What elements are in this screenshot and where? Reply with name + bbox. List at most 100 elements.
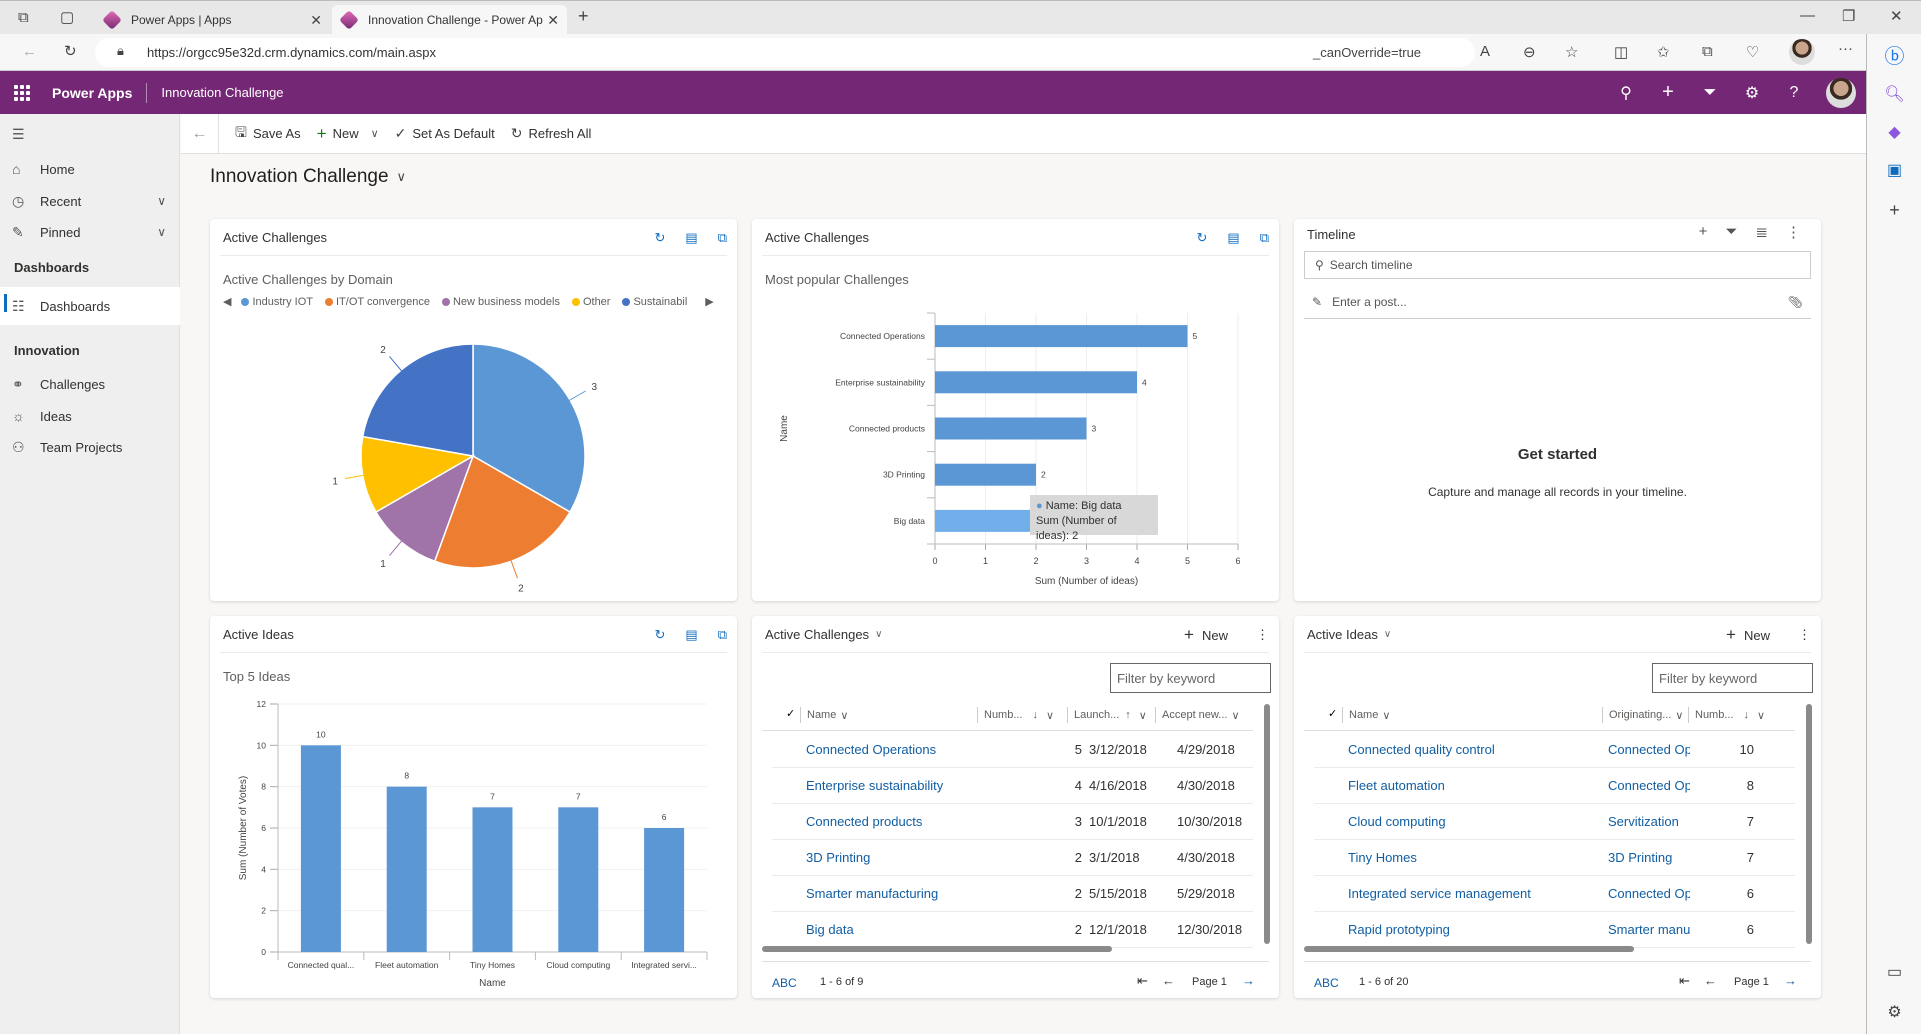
filter-by-keyword-input[interactable]: Filter by keyword — [1110, 663, 1271, 693]
filter-icon[interactable]: ⏷ — [1725, 223, 1737, 241]
hamburger-menu[interactable]: ☰ — [0, 118, 180, 150]
new-record-button[interactable]: + New — [1184, 625, 1228, 645]
more-icon[interactable]: ⋮ — [1256, 627, 1269, 643]
refresh-icon[interactable]: ↻ — [655, 230, 666, 246]
collections-icon[interactable]: ⧉ — [1702, 43, 1713, 60]
cell-name[interactable]: Tiny Homes — [1348, 850, 1417, 865]
filter-icon[interactable]: ⏷ — [1700, 84, 1720, 102]
add-sidebar-app-icon[interactable]: + — [1867, 200, 1921, 221]
nav-item-pinned[interactable]: ✎ Pinned ∨ — [0, 216, 180, 248]
chevron-down-icon[interactable]: ∨ — [157, 225, 166, 239]
select-all-checkbox[interactable]: ✓ — [1328, 707, 1337, 720]
bar[interactable] — [935, 325, 1188, 348]
chevron-down-icon[interactable]: ∨ — [371, 127, 379, 140]
help-icon[interactable]: ? — [1784, 84, 1804, 102]
legend-item[interactable]: IT/OT convergence — [325, 296, 430, 308]
nav-item-dashboards[interactable]: ☷ Dashboards — [0, 287, 180, 325]
cell-name[interactable]: Fleet automation — [1348, 778, 1445, 793]
zoom-out-icon[interactable]: ⊖ — [1523, 43, 1536, 61]
bing-chat-icon[interactable]: ⓑ — [1867, 40, 1921, 69]
view-selector[interactable]: Active Ideas — [1307, 627, 1378, 642]
sort-icon[interactable]: ≣ — [1755, 223, 1768, 241]
favorites-icon[interactable]: ✩ — [1657, 43, 1670, 61]
horizontal-scrollbar[interactable] — [762, 946, 1112, 952]
chevron-down-icon[interactable]: ∨ — [875, 629, 882, 640]
legend-item[interactable]: Other — [571, 296, 610, 308]
settings-icon[interactable]: ⚙ — [1742, 83, 1762, 103]
column-header-name[interactable]: Name ∨ — [1342, 707, 1602, 723]
bar[interactable] — [472, 807, 513, 952]
cell-name[interactable]: Smarter manufacturing — [806, 886, 938, 901]
cell-name[interactable]: Enterprise sustainability — [806, 778, 943, 793]
new-record-icon[interactable]: + — [1658, 81, 1678, 104]
pie-slice[interactable] — [361, 343, 474, 457]
table-row[interactable]: Rapid prototyping Smarter manuf 6 — [1314, 912, 1795, 948]
split-screen-icon[interactable]: ◫ — [1614, 43, 1628, 61]
reload-icon[interactable]: ↻ — [64, 42, 77, 60]
search-timeline-input[interactable]: ⚲ Search timeline — [1304, 251, 1811, 279]
bar[interactable] — [558, 807, 599, 952]
nav-item-team-projects[interactable]: ⚇ Team Projects — [0, 431, 180, 463]
read-aloud-icon[interactable]: A — [1480, 43, 1490, 60]
chevron-down-icon[interactable]: ∨ — [1384, 629, 1391, 640]
cell-name[interactable]: Connected products — [806, 814, 922, 829]
table-row[interactable]: Connected Operations 5 3/12/2018 4/29/2018 — [772, 732, 1253, 768]
tab-actions-icon[interactable]: ▢ — [60, 8, 74, 26]
column-header-accept[interactable]: Accept new... ∨ — [1155, 707, 1243, 723]
select-all-checkbox[interactable]: ✓ — [786, 707, 795, 720]
refresh-icon[interactable]: ↻ — [1197, 230, 1208, 246]
column-header-launch[interactable]: Launch... ↑ ∨ — [1067, 707, 1155, 723]
vertical-scrollbar[interactable] — [1806, 704, 1812, 944]
close-tab-icon[interactable]: ✕ — [547, 12, 559, 29]
legend-prev-icon[interactable]: ◀ — [223, 295, 231, 308]
cell-originating-challenge[interactable]: Connected Ope — [1608, 742, 1690, 757]
expand-icon[interactable]: ⧉ — [718, 627, 727, 643]
legend-next-icon[interactable]: ▶ — [705, 295, 713, 308]
sidebar-settings-icon[interactable]: ⚙ — [1867, 1002, 1921, 1022]
close-tab-icon[interactable]: ✕ — [310, 12, 322, 29]
new-tab-icon[interactable]: + — [578, 6, 589, 27]
cell-name[interactable]: Connected quality control — [1348, 742, 1495, 757]
cell-name[interactable]: 3D Printing — [806, 850, 870, 865]
cell-name[interactable]: Big data — [806, 922, 854, 937]
bar[interactable] — [300, 745, 341, 952]
first-page-icon[interactable]: ⇤ — [1679, 973, 1690, 989]
view-records-icon[interactable]: ▤ — [685, 230, 697, 246]
refresh-icon[interactable]: ↻ — [655, 627, 666, 643]
dashboard-selector[interactable]: Innovation Challenge ∨ — [210, 166, 406, 188]
column-header-name[interactable]: Name ∨ — [800, 707, 980, 723]
table-row[interactable]: Enterprise sustainability 4 4/16/2018 4/30/… — [772, 768, 1253, 804]
cell-originating-challenge[interactable]: Smarter manuf — [1608, 922, 1690, 937]
more-options-icon[interactable]: ··· — [1838, 40, 1853, 57]
cell-originating-challenge[interactable]: Connected Ope — [1608, 886, 1690, 901]
back-icon[interactable]: ← — [22, 43, 37, 60]
nav-item-ideas[interactable]: ☼ Ideas — [0, 400, 180, 432]
nav-item-challenges[interactable]: ⚭ Challenges — [0, 368, 180, 400]
table-row[interactable]: Fleet automation Connected Ope 8 — [1314, 768, 1795, 804]
search-sidebar-icon[interactable]: 🔍︎ — [1867, 84, 1921, 104]
hide-sidebar-icon[interactable]: ▭ — [1867, 962, 1921, 982]
more-icon[interactable]: ⋮ — [1798, 627, 1811, 643]
next-page-icon[interactable]: → — [1242, 973, 1255, 988]
table-row[interactable]: Connected products 3 10/1/2018 10/30/2018 — [772, 804, 1253, 840]
cell-name[interactable]: Cloud computing — [1348, 814, 1446, 829]
app-name[interactable]: Innovation Challenge — [161, 85, 283, 100]
set-as-default-button[interactable]: ✓ Set As Default — [395, 125, 495, 142]
horizontal-scrollbar[interactable] — [1304, 946, 1634, 952]
expand-icon[interactable]: ⧉ — [718, 230, 727, 246]
cell-originating-challenge[interactable]: 3D Printing — [1608, 850, 1690, 865]
close-window-icon[interactable]: ✕ — [1890, 7, 1903, 25]
view-selector[interactable]: Active Challenges — [765, 627, 869, 642]
back-button[interactable]: ← — [181, 113, 219, 154]
new-button[interactable]: + New ∨ — [317, 124, 379, 144]
cell-name[interactable]: Integrated service management — [1348, 886, 1531, 901]
browser-tab[interactable]: Power Apps | Apps ✕ — [95, 5, 330, 35]
first-page-icon[interactable]: ⇤ — [1137, 973, 1148, 989]
new-record-button[interactable]: + New — [1726, 625, 1770, 645]
filter-by-keyword-input[interactable]: Filter by keyword — [1652, 663, 1813, 693]
brand-name[interactable]: Power Apps — [52, 85, 132, 101]
column-header-number[interactable]: Numb... ↓ ∨ — [1688, 707, 1775, 723]
more-icon[interactable]: ⋮ — [1786, 223, 1801, 241]
column-header-originating[interactable]: Originating... ∨ — [1602, 707, 1688, 723]
lock-icon[interactable]: 🔒︎ — [117, 43, 124, 59]
